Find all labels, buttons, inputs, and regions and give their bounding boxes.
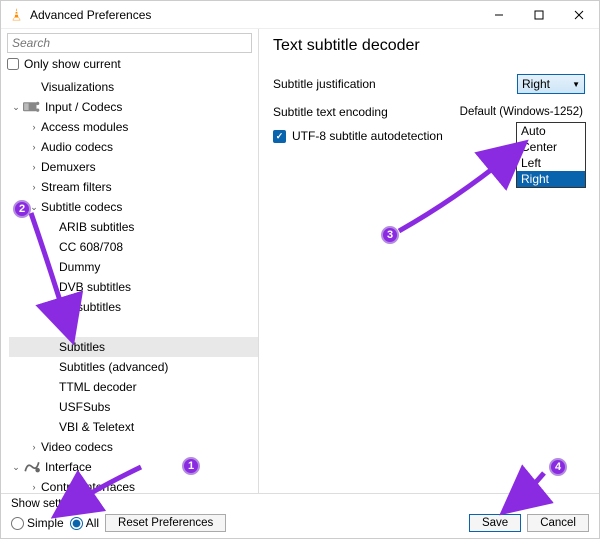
dropdown-auto[interactable]: Auto [517,123,585,139]
tree-cc608[interactable]: CC 608/708 [9,237,258,257]
maximize-button[interactable] [519,1,559,29]
encoding-label: Subtitle text encoding [273,105,433,119]
titlebar: Advanced Preferences [1,1,599,29]
tree-vbi[interactable]: VBI & Teletext [9,417,258,437]
panel-title: Text subtitle decoder [273,37,585,55]
tree-dvb[interactable]: DVB subtitles [9,277,258,297]
sidebar: Only show current Visualizations ⌄Input … [1,29,259,509]
save-button[interactable]: Save [469,514,521,532]
tree-subtitles[interactable]: Subtitles [9,337,258,357]
justification-value: Right [522,77,550,91]
tree-video-codecs[interactable]: ›Video codecs [9,437,258,457]
tree-ttml[interactable]: TTML decoder [9,377,258,397]
reset-preferences-button[interactable]: Reset Preferences [105,514,226,532]
tree-access-modules[interactable]: ›Access modules [9,117,258,137]
tree-visualizations[interactable]: Visualizations [9,77,258,97]
settings-panel: Text subtitle decoder Subtitle justifica… [259,29,599,509]
tree-sub3[interactable]: subtitles [9,297,258,317]
annotation-badge-2: 2 [13,200,31,218]
tree-audio-codecs[interactable]: ›Audio codecs [9,137,258,157]
tree-usf[interactable]: USFSubs [9,397,258,417]
vlc-icon [9,7,24,22]
tree-interface[interactable]: ⌄Interface [9,457,258,477]
utf8-checkbox[interactable]: ✓ [273,130,286,143]
window-title: Advanced Preferences [30,8,151,22]
tree-dummy[interactable]: Dummy [9,257,258,277]
tree-subtitles-adv[interactable]: Subtitles (advanced) [9,357,258,377]
search-input[interactable] [7,33,252,53]
close-button[interactable] [559,1,599,29]
all-radio[interactable]: All [70,516,99,530]
preferences-tree[interactable]: Visualizations ⌄Input / Codecs ›Access m… [1,75,258,509]
only-show-current-box[interactable] [7,58,19,70]
only-show-current-label: Only show current [24,57,121,71]
utf8-label: UTF-8 subtitle autodetection [292,129,443,143]
tree-stream-filters[interactable]: ›Stream filters [9,177,258,197]
simple-radio[interactable]: Simple [11,516,64,530]
only-show-current-checkbox[interactable]: Only show current [7,57,252,71]
annotation-badge-1: 1 [182,457,200,475]
tree-subtitle-codecs[interactable]: ⌄Subtitle codecs [9,197,258,217]
justification-label: Subtitle justification [273,77,433,91]
tree-demuxers[interactable]: ›Demuxers [9,157,258,177]
cancel-button[interactable]: Cancel [527,514,589,532]
chevron-down-icon: ▼ [572,80,580,89]
dropdown-left[interactable]: Left [517,155,585,171]
codec-icon [23,100,41,114]
tree-input-codecs[interactable]: ⌄Input / Codecs [9,97,258,117]
bottom-bar: Show settings Simple All Reset Preferenc… [1,493,599,538]
justification-dropdown[interactable]: Auto Center Left Right [516,122,586,188]
annotation-badge-4: 4 [549,458,567,476]
annotation-badge-3: 3 [381,226,399,244]
tree-arib[interactable]: ARIB subtitles [9,217,258,237]
show-settings-label: Show settings [1,494,599,512]
interface-icon [23,460,41,474]
encoding-value: Default (Windows-1252) [460,106,583,118]
minimize-button[interactable] [479,1,519,29]
justification-combo[interactable]: Right ▼ [517,74,585,94]
tree-n[interactable]: e [9,317,258,337]
dropdown-right[interactable]: Right [517,171,585,187]
dropdown-center[interactable]: Center [517,139,585,155]
